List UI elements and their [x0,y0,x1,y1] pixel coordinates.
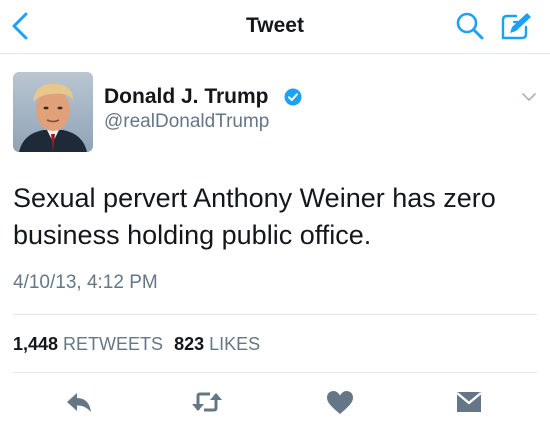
tweet-text: Sexual pervert Anthony Weiner has zero b… [13,183,496,250]
retweets-stat[interactable]: 1,448 RETWEETS [13,334,163,354]
search-button[interactable] [455,11,485,41]
likes-label: LIKES [209,334,261,354]
avatar-photo [13,72,93,152]
like-button[interactable] [323,388,357,416]
navigation-bar: Tweet [0,0,550,54]
retweets-count: 1,448 [13,334,59,354]
tweet-stats: 1,448 RETWEETS 823 LIKES [13,334,260,355]
author-handle[interactable]: @realDonaldTrump [104,111,269,133]
likes-stat[interactable]: 823 LIKES [174,334,260,354]
search-icon [456,12,484,40]
compose-button[interactable] [500,11,532,41]
retweet-icon [192,392,222,412]
direct-message-button[interactable] [452,388,486,416]
chevron-down-icon[interactable] [520,90,538,104]
avatar[interactable] [13,72,93,152]
verified-badge-icon [284,88,302,106]
reply-button[interactable] [63,388,97,416]
retweets-label: RETWEETS [63,334,164,354]
reply-icon [67,393,91,412]
tweet-timestamp: 4/10/13, 4:12 PM [13,272,158,293]
retweet-button[interactable] [190,388,224,416]
likes-count: 823 [174,334,205,354]
like-icon [327,391,353,414]
author-name[interactable]: Donald J. Trump [104,85,269,109]
compose-icon [501,13,531,40]
divider [13,372,537,373]
direct-message-icon [456,392,482,412]
divider [13,314,537,315]
